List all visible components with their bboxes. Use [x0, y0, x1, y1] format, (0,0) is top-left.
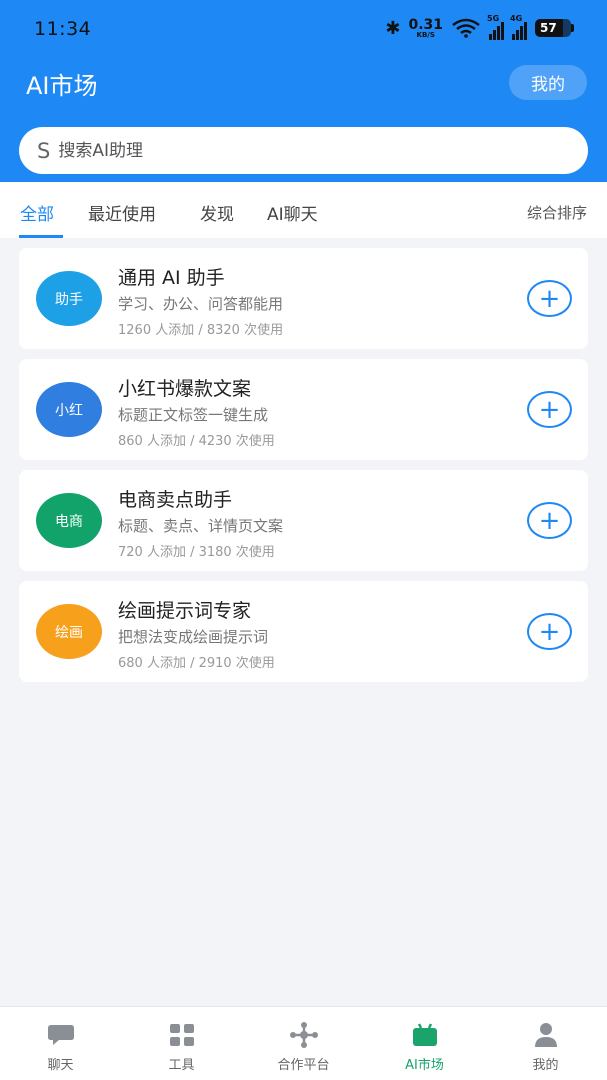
assistant-description: 标题正文标签一键生成: [118, 406, 269, 424]
status-icons: ✱ 0.31 KB/S 5G 4G 57: [385, 14, 574, 40]
assistant-card[interactable]: 电商 电商卖点助手 标题、卖点、详情页文案 720 人添加 / 3180 次使用…: [19, 470, 588, 571]
nav-item-ai-market[interactable]: AI市场: [364, 1007, 485, 1080]
header-bar: 11:34 ✱ 0.31 KB/S 5G 4G 57 AI市场 我的 S 搜索A…: [0, 0, 607, 182]
assistant-description: 把想法变成绘画提示词: [118, 628, 269, 646]
plus-icon: +: [538, 394, 561, 425]
nav-label: AI市场: [405, 1058, 444, 1073]
bottom-nav: 聊天 工具 合作平台 AI市场 我的: [0, 1006, 607, 1080]
category-tabs: 全部 最近使用 发现 AI聊天 综合排序: [0, 182, 607, 238]
person-icon: [531, 1022, 561, 1048]
assistant-card[interactable]: 小红 小红书爆款文案 标题正文标签一键生成 860 人添加 / 4230 次使用…: [19, 359, 588, 460]
assistant-stats: 680 人添加 / 2910 次使用: [118, 656, 275, 671]
nav-item-chat[interactable]: 聊天: [0, 1007, 121, 1080]
bluetooth-icon: ✱: [385, 17, 401, 39]
status-time: 11:34: [34, 18, 92, 40]
wifi-icon: [452, 18, 480, 38]
tab-discover[interactable]: 发现: [200, 200, 234, 225]
network-speed: 0.31 KB/S: [408, 18, 443, 39]
plus-icon: +: [538, 505, 561, 536]
assistant-card[interactable]: 绘画 绘画提示词专家 把想法变成绘画提示词 680 人添加 / 2910 次使用…: [19, 581, 588, 682]
market-icon: [410, 1022, 440, 1048]
add-assistant-button[interactable]: +: [527, 613, 572, 650]
active-tab-indicator: [19, 235, 63, 238]
network-icon: [289, 1022, 319, 1048]
assistant-avatar: 绘画: [36, 604, 102, 659]
assistant-description: 标题、卖点、详情页文案: [118, 517, 284, 535]
signal-5g-icon: 5G: [487, 14, 504, 40]
nav-label: 我的: [532, 1058, 559, 1073]
network-speed-unit: KB/S: [416, 30, 435, 39]
search-input[interactable]: [58, 140, 519, 161]
add-assistant-button[interactable]: +: [527, 280, 572, 317]
nav-item-me[interactable]: 我的: [485, 1007, 606, 1080]
battery-icon: 57: [535, 19, 574, 37]
page-title: AI市场: [26, 72, 98, 100]
nav-item-partners[interactable]: 合作平台: [243, 1007, 364, 1080]
signal-4g-label: 4G: [510, 14, 523, 23]
signal-5g-label: 5G: [487, 14, 500, 23]
tab-all[interactable]: 全部: [20, 200, 54, 225]
assistant-avatar: 助手: [36, 271, 102, 326]
plus-icon: +: [538, 283, 561, 314]
assistant-description: 学习、办公、问答都能用: [118, 295, 284, 313]
network-speed-value: 0.31: [408, 16, 443, 33]
me-button[interactable]: 我的: [509, 65, 587, 100]
search-bar[interactable]: S: [19, 127, 588, 174]
grid-icon: [167, 1022, 197, 1048]
battery-level: 57: [540, 21, 557, 35]
tab-recent[interactable]: 最近使用: [88, 200, 156, 225]
tab-ai-chat[interactable]: AI聊天: [267, 200, 318, 225]
nav-label: 合作平台: [277, 1058, 330, 1073]
nav-item-tools[interactable]: 工具: [121, 1007, 242, 1080]
signal-4g-icon: 4G: [510, 14, 527, 40]
nav-label: 聊天: [47, 1058, 74, 1073]
assistant-title: 通用 AI 助手: [118, 267, 225, 289]
assistant-stats: 1260 人添加 / 8320 次使用: [118, 323, 284, 338]
assistant-avatar: 电商: [36, 493, 102, 548]
assistant-avatar: 小红: [36, 382, 102, 437]
chat-bubble-icon: [46, 1022, 76, 1048]
search-icon: S: [37, 138, 51, 163]
assistant-stats: 860 人添加 / 4230 次使用: [118, 434, 275, 449]
add-assistant-button[interactable]: +: [527, 391, 572, 428]
status-bar: 11:34 ✱ 0.31 KB/S 5G 4G 57: [0, 0, 607, 58]
assistant-title: 绘画提示词专家: [118, 600, 252, 622]
assistant-card[interactable]: 助手 通用 AI 助手 学习、办公、问答都能用 1260 人添加 / 8320 …: [19, 248, 588, 349]
add-assistant-button[interactable]: +: [527, 502, 572, 539]
assistant-title: 电商卖点助手: [118, 489, 233, 511]
nav-label: 工具: [168, 1058, 195, 1073]
sort-dropdown[interactable]: 综合排序: [527, 202, 587, 223]
plus-icon: +: [538, 616, 561, 647]
assistant-stats: 720 人添加 / 3180 次使用: [118, 545, 275, 560]
assistant-title: 小红书爆款文案: [118, 378, 252, 400]
